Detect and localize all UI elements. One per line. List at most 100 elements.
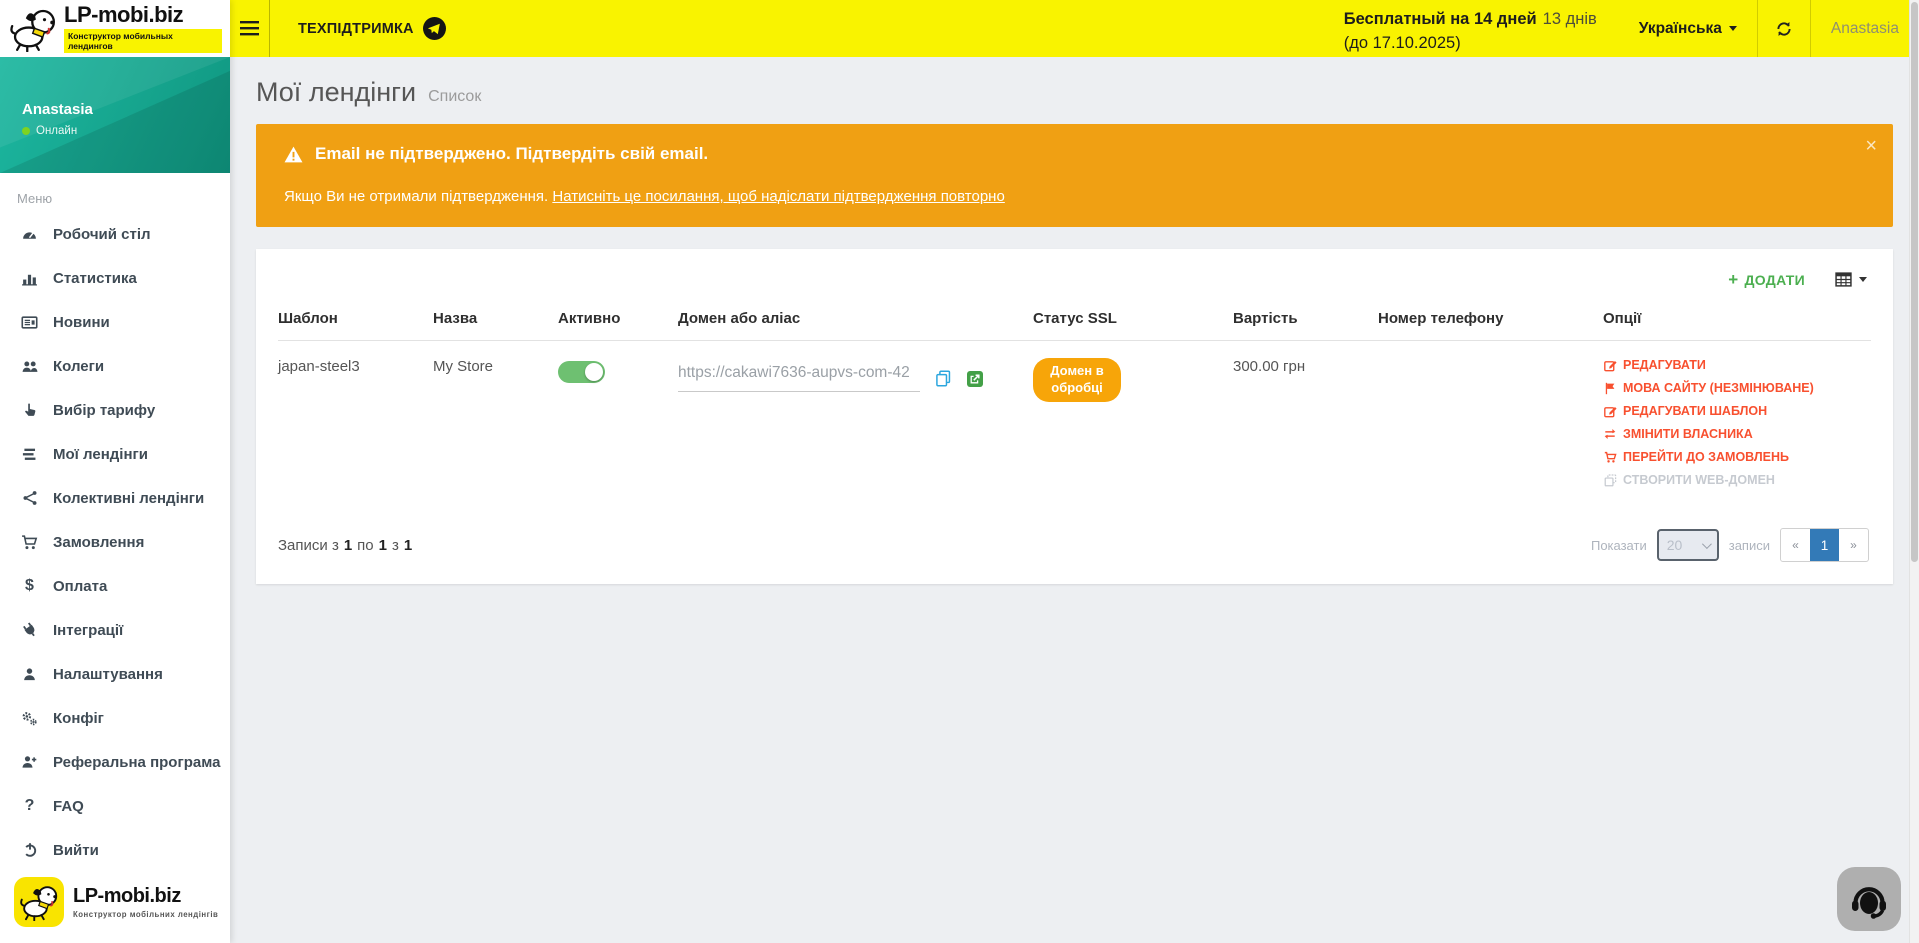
edit-icon	[1603, 359, 1617, 372]
language-flag-icon	[1603, 382, 1617, 395]
open-site-button[interactable]	[967, 371, 983, 387]
sidebar-item-config[interactable]: Конфіг	[0, 696, 230, 740]
option-create-web-domain-link[interactable]: СТВОРИТИ WEB-ДОМЕН	[1603, 473, 1863, 487]
external-link-icon	[967, 371, 983, 387]
sidebar-item-label: Новини	[53, 314, 110, 331]
sidebar-item-label: Реферальна програма	[53, 754, 220, 771]
page-size-select[interactable]: 20	[1657, 529, 1719, 561]
language-selector[interactable]: Українська	[1619, 0, 1757, 57]
sidebar-footer-logo: LP-mobi.biz Конструктор мобільних лендін…	[0, 867, 230, 943]
warning-icon	[284, 146, 303, 163]
option-go-to-orders-link[interactable]: ПЕРЕЙТИ ДО ЗАМОВЛЕНЬ	[1603, 450, 1863, 464]
current-page-button[interactable]: 1	[1810, 529, 1839, 561]
show-label: Показати	[1591, 538, 1647, 553]
footer-logo-title: LP-mobi.biz	[73, 885, 218, 908]
sidebar-item-collective-landings[interactable]: Колективні лендінги	[0, 476, 230, 520]
sidebar-item-statistics[interactable]: Статистика	[0, 256, 230, 300]
table-header-row: Шаблон Назва Активно Домен або аліас Ста…	[278, 298, 1871, 341]
add-landing-button[interactable]: + ДОДАТИ	[1728, 271, 1805, 288]
footer-logo-tagline: Конструктор мобільних лендінгів	[73, 910, 218, 919]
sidebar-item-news[interactable]: Новини	[0, 300, 230, 344]
newspaper-icon	[19, 314, 40, 331]
exchange-icon	[1603, 428, 1617, 440]
cell-template: japan-steel3	[278, 341, 433, 507]
bar-chart-icon	[19, 270, 40, 287]
grid-icon	[1835, 272, 1852, 287]
plus-icon: +	[1728, 271, 1738, 288]
records-summary: Записи з1по1з1	[278, 537, 412, 554]
copy-icon	[935, 370, 952, 387]
clone-icon	[1603, 474, 1617, 487]
sidebar-item-label: Оплата	[53, 578, 107, 595]
sidebar-item-logout[interactable]: Вийти	[0, 828, 230, 867]
domain-input[interactable]	[678, 358, 920, 392]
sidebar-item-dashboard[interactable]: Робочий стіл	[0, 212, 230, 256]
hamburger-menu-button[interactable]	[230, 0, 270, 57]
cell-name: My Store	[433, 341, 558, 507]
table-row: japan-steel3 My Store	[278, 341, 1871, 507]
menu-section-title: Меню	[17, 191, 230, 206]
sidebar-item-integrations[interactable]: Інтеграції	[0, 608, 230, 652]
user-plus-icon	[19, 754, 40, 770]
support-chat-button[interactable]	[1837, 867, 1901, 931]
alert-close-button[interactable]: ×	[1865, 136, 1877, 156]
top-header: ТЕХПІДТРИМКА Бесплатный на 14 дней13 дні…	[230, 0, 1919, 57]
brand-title: LP-mobi.biz	[64, 3, 222, 26]
email-alert-banner: Email не підтверджено. Підтвердіть свій …	[256, 124, 1893, 227]
sidebar-item-referral[interactable]: Реферальна програма	[0, 740, 230, 784]
sidebar-item-colleagues[interactable]: Колеги	[0, 344, 230, 388]
scrollbar-thumb[interactable]	[1911, 2, 1918, 562]
table-toolbar: + ДОДАТИ	[278, 263, 1871, 298]
sidebar-item-payment[interactable]: $ Оплата	[0, 564, 230, 608]
sidebar-item-label: Налаштування	[53, 666, 163, 683]
option-edit-link[interactable]: РЕДАГУВАТИ	[1603, 358, 1863, 372]
header-username[interactable]: Anastasia	[1811, 0, 1919, 57]
users-icon	[19, 358, 40, 375]
pagination: « 1 »	[1780, 528, 1869, 562]
column-header-price: Вартість	[1233, 298, 1378, 341]
sidebar-item-label: Статистика	[53, 270, 137, 287]
cart-icon	[1603, 451, 1617, 464]
brand-tagline: Конструктор мобильных лендингов	[64, 29, 222, 53]
refresh-button[interactable]	[1757, 0, 1811, 57]
share-icon	[19, 490, 40, 506]
brand-header[interactable]: LP-mobi.biz Конструктор мобильных лендин…	[0, 0, 230, 57]
sidebar-item-faq[interactable]: ? FAQ	[0, 784, 230, 828]
support-link[interactable]: ТЕХПІДТРИМКА	[270, 0, 474, 57]
sidebar-menu: Робочий стіл Статистика Новини Колеги Ви…	[0, 212, 230, 867]
resend-confirmation-link[interactable]: Натисніть це посилання, щоб надіслати пі…	[552, 188, 1004, 205]
sidebar-item-label: Інтеграції	[53, 622, 123, 639]
cell-options: РЕДАГУВАТИ МОВА САЙТУ (НЕЗМІНЮВАНЕ) РЕДА…	[1603, 341, 1871, 507]
copy-domain-button[interactable]	[935, 370, 952, 387]
page-header: Мої лендінги Список	[230, 57, 1919, 124]
sidebar-item-my-landings[interactable]: Мої лендінги	[0, 432, 230, 476]
cart-icon	[19, 534, 40, 551]
sidebar-item-label: Колективні лендінги	[53, 490, 204, 507]
prev-page-button[interactable]: «	[1781, 529, 1810, 561]
app-root: LP-mobi.biz Конструктор мобильных лендин…	[0, 0, 1919, 943]
refresh-icon	[1775, 20, 1793, 38]
sidebar-item-settings[interactable]: Налаштування	[0, 652, 230, 696]
column-header-options: Опції	[1603, 298, 1871, 341]
sidebar: LP-mobi.biz Конструктор мобильных лендин…	[0, 0, 230, 943]
sidebar-item-tariff[interactable]: Вибір тарифу	[0, 388, 230, 432]
option-change-owner-link[interactable]: ЗМІНИТИ ВЛАСНИКА	[1603, 427, 1863, 441]
scrollbar[interactable]	[1909, 0, 1919, 943]
next-page-button[interactable]: »	[1839, 529, 1868, 561]
option-edit-template-link[interactable]: РЕДАГУВАТИ ШАБЛОН	[1603, 404, 1863, 418]
sidebar-user-status: Онлайн	[36, 125, 77, 137]
option-site-language-link[interactable]: МОВА САЙТУ (НЕЗМІНЮВАНЕ)	[1603, 381, 1863, 395]
column-header-active: Активно	[558, 298, 678, 341]
gears-icon	[19, 710, 40, 727]
sidebar-item-orders[interactable]: Замовлення	[0, 520, 230, 564]
sidebar-item-label: FAQ	[53, 798, 84, 815]
cell-phone	[1378, 341, 1603, 507]
cell-price: 300.00 грн	[1233, 341, 1378, 507]
active-toggle[interactable]	[558, 361, 605, 383]
column-header-phone: Номер телефону	[1378, 298, 1603, 341]
cell-active	[558, 341, 678, 507]
main-content: Мої лендінги Список Email не підтверджен…	[230, 57, 1919, 943]
sidebar-item-label: Замовлення	[53, 534, 144, 551]
sidebar-item-label: Конфіг	[53, 710, 104, 727]
columns-toggle-button[interactable]	[1835, 272, 1867, 287]
